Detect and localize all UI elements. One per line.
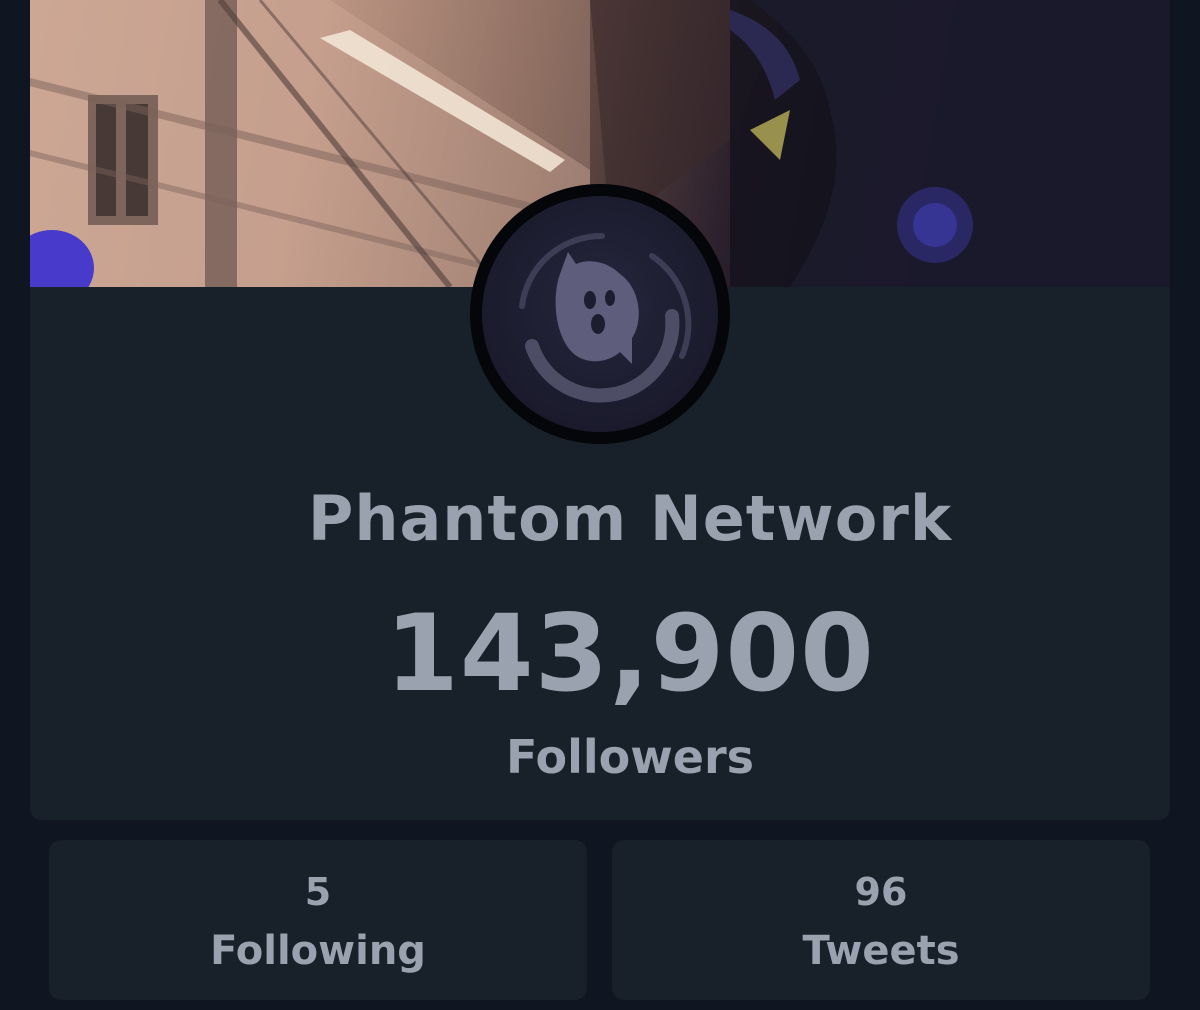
following-stat-card[interactable]: 5 Following: [49, 840, 587, 1000]
following-label: Following: [210, 928, 426, 974]
following-count: 5: [304, 870, 332, 914]
followers-label: Followers: [505, 730, 755, 784]
followers-count: 143,900: [385, 592, 875, 715]
ghost-logo-icon: [482, 196, 718, 432]
profile-page: Phantom Network 143,900 Followers 5 Foll…: [0, 0, 1200, 1010]
tweets-stat-card[interactable]: 96 Tweets: [612, 840, 1150, 1000]
tweets-count: 96: [854, 870, 908, 914]
tweets-label: Tweets: [802, 928, 960, 974]
avatar[interactable]: [470, 184, 730, 444]
profile-name: Phantom Network: [307, 482, 953, 555]
